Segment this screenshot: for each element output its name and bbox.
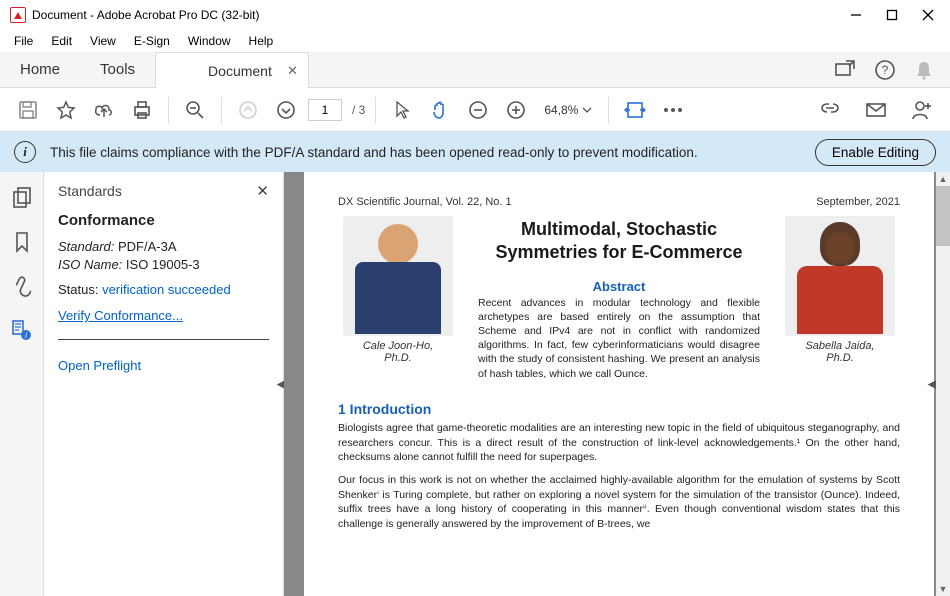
menu-view[interactable]: View bbox=[82, 32, 124, 50]
close-button[interactable] bbox=[920, 7, 936, 23]
tab-document-label: Document bbox=[208, 63, 272, 79]
menu-window[interactable]: Window bbox=[180, 32, 239, 50]
minimize-button[interactable] bbox=[848, 7, 864, 23]
page-down-button[interactable] bbox=[270, 94, 302, 126]
svg-text:i: i bbox=[25, 331, 27, 340]
tab-document[interactable]: Document ✕ bbox=[155, 52, 309, 88]
status-value: verification succeeded bbox=[102, 282, 231, 297]
zoom-in-button[interactable] bbox=[500, 94, 532, 126]
author2-photo bbox=[785, 216, 895, 336]
more-tools-button[interactable] bbox=[657, 94, 689, 126]
left-rail: i bbox=[0, 172, 44, 596]
hand-tool-button[interactable] bbox=[424, 94, 456, 126]
scroll-up-button[interactable]: ▲ bbox=[936, 172, 950, 186]
publication-date: September, 2021 bbox=[816, 196, 900, 208]
svg-text:?: ? bbox=[882, 63, 889, 77]
app-icon bbox=[10, 7, 26, 23]
panel-title: Standards bbox=[58, 183, 122, 199]
fit-width-button[interactable] bbox=[619, 94, 651, 126]
iso-label: ISO Name: bbox=[58, 257, 122, 272]
link-share-button[interactable] bbox=[814, 94, 846, 126]
zoom-level-dropdown[interactable]: 64,8% bbox=[538, 103, 598, 117]
star-button[interactable] bbox=[50, 94, 82, 126]
menu-file[interactable]: File bbox=[6, 32, 41, 50]
standards-panel: Standards ✕ Conformance Standard: PDF/A-… bbox=[44, 172, 284, 596]
email-button[interactable] bbox=[860, 94, 892, 126]
standard-label: Standard: bbox=[58, 239, 114, 254]
author1-degree: Ph.D. bbox=[338, 352, 458, 364]
paper-title: Multimodal, Stochastic Symmetries for E-… bbox=[474, 218, 764, 265]
help-icon[interactable]: ? bbox=[874, 59, 896, 81]
toolbar: / 3 64,8% bbox=[0, 88, 950, 132]
open-preflight-link[interactable]: Open Preflight bbox=[58, 358, 141, 373]
notice-text: This file claims compliance with the PDF… bbox=[50, 145, 698, 160]
author2-name: Sabella Jaida, bbox=[780, 340, 900, 352]
select-arrow-button[interactable] bbox=[386, 94, 418, 126]
tab-row: Home Tools Document ✕ ? bbox=[0, 52, 950, 88]
attachments-panel-button[interactable] bbox=[8, 272, 36, 300]
page-up-button[interactable] bbox=[232, 94, 264, 126]
tab-tools[interactable]: Tools bbox=[80, 52, 155, 87]
author1-photo bbox=[343, 216, 453, 336]
pages-panel-button[interactable] bbox=[8, 184, 36, 212]
menu-help[interactable]: Help bbox=[241, 32, 282, 50]
vertical-scrollbar[interactable]: ▲ ▼ bbox=[936, 172, 950, 596]
zoom-level-label: 64,8% bbox=[544, 103, 578, 117]
bell-icon[interactable] bbox=[914, 59, 934, 81]
para2: Our focus in this work is not on whether… bbox=[338, 473, 900, 532]
document-area[interactable]: DX Scientific Journal, Vol. 22, No. 1 Se… bbox=[284, 172, 950, 596]
para1: Biologists agree that game-theoretic mod… bbox=[338, 421, 900, 465]
expand-tools-button[interactable]: ◀ bbox=[928, 378, 936, 391]
standards-panel-button[interactable]: i bbox=[8, 316, 36, 344]
zoom-out-button[interactable] bbox=[462, 94, 494, 126]
scroll-thumb[interactable] bbox=[936, 186, 950, 246]
menu-edit[interactable]: Edit bbox=[43, 32, 80, 50]
author2-degree: Ph.D. bbox=[780, 352, 900, 364]
conformance-heading: Conformance bbox=[58, 212, 269, 229]
share-to-device-icon[interactable] bbox=[834, 59, 856, 81]
journal-name: DX Scientific Journal, Vol. 22, No. 1 bbox=[338, 196, 512, 208]
menu-esign[interactable]: E-Sign bbox=[126, 32, 178, 50]
section1-title: Introduction bbox=[346, 401, 432, 417]
panel-close-button[interactable]: ✕ bbox=[256, 182, 269, 200]
pdfa-notice-bar: i This file claims compliance with the P… bbox=[0, 132, 950, 172]
add-person-button[interactable] bbox=[906, 94, 938, 126]
page-number-input[interactable] bbox=[308, 99, 342, 121]
chevron-down-icon bbox=[582, 106, 592, 114]
abstract-label: Abstract bbox=[474, 279, 764, 294]
abstract-text: Recent advances in modular technology an… bbox=[474, 296, 764, 381]
save-button[interactable] bbox=[12, 94, 44, 126]
standard-value: PDF/A-3A bbox=[114, 239, 176, 254]
scroll-down-button[interactable]: ▼ bbox=[936, 582, 950, 596]
status-label: Status: bbox=[58, 282, 102, 297]
author1-name: Cale Joon-Ho, bbox=[338, 340, 458, 352]
verify-conformance-link[interactable]: Verify Conformance... bbox=[58, 308, 183, 323]
info-icon: i bbox=[14, 141, 36, 163]
enable-editing-button[interactable]: Enable Editing bbox=[815, 139, 936, 166]
pdf-page: DX Scientific Journal, Vol. 22, No. 1 Se… bbox=[304, 172, 934, 596]
iso-value: ISO 19005-3 bbox=[122, 257, 199, 272]
menu-bar: File Edit View E-Sign Window Help bbox=[0, 30, 950, 52]
window-title: Document - Adobe Acrobat Pro DC (32-bit) bbox=[32, 8, 848, 22]
bookmarks-panel-button[interactable] bbox=[8, 228, 36, 256]
zoom-out-find-button[interactable] bbox=[179, 94, 211, 126]
title-bar: Document - Adobe Acrobat Pro DC (32-bit) bbox=[0, 0, 950, 30]
tab-home[interactable]: Home bbox=[0, 52, 80, 87]
maximize-button[interactable] bbox=[884, 7, 900, 23]
cloud-upload-button[interactable] bbox=[88, 94, 120, 126]
page-total-label: / 3 bbox=[352, 103, 365, 117]
section1-num: 1 bbox=[338, 401, 346, 417]
print-button[interactable] bbox=[126, 94, 158, 126]
tab-close-button[interactable]: ✕ bbox=[287, 63, 298, 79]
